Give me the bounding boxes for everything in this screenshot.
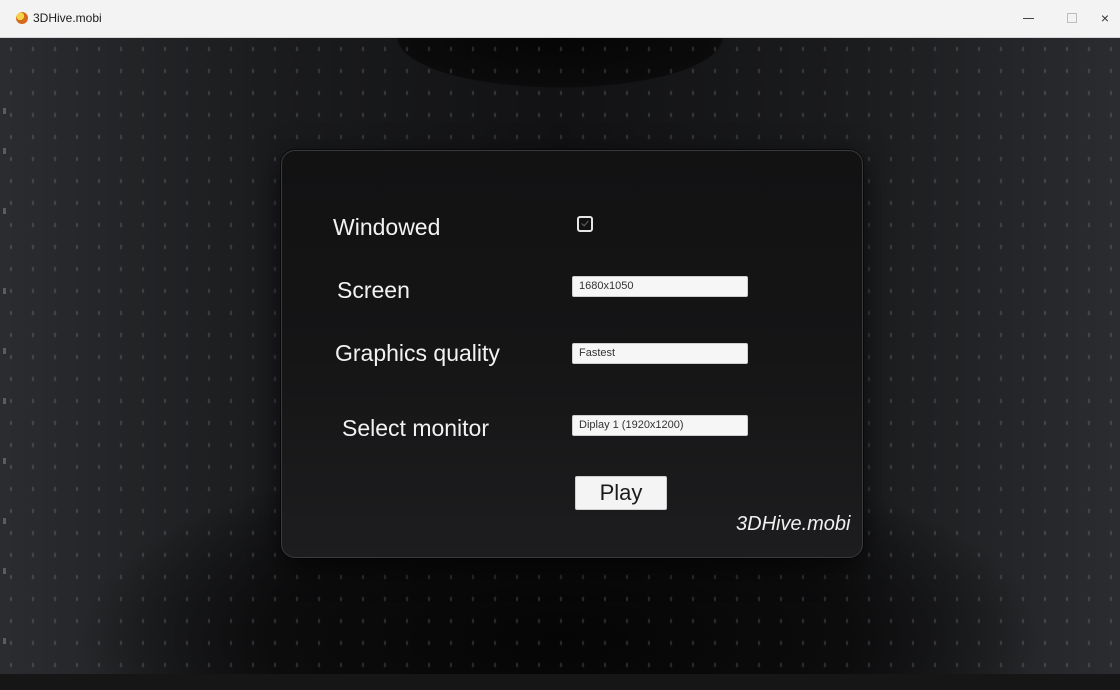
select-monitor-label: Select monitor — [342, 415, 490, 441]
monitor-select[interactable]: Diplay 1 (1920x1200) — [572, 415, 748, 436]
left-edge-artifacts — [0, 98, 12, 674]
minimize-button[interactable] — [1014, 8, 1044, 28]
window-titlebar: 3DHive.mobi × — [0, 0, 1120, 38]
graphics-quality-label: Graphics quality — [335, 340, 500, 366]
brand-watermark: 3DHive.mobi — [736, 513, 851, 535]
screen-label: Screen — [337, 277, 410, 303]
window-title: 3DHive.mobi — [33, 11, 102, 25]
minimize-icon — [1023, 18, 1034, 19]
settings-panel: Windowed Screen 1680x1050 Graphics quali… — [281, 150, 863, 558]
screen-resolution-select[interactable]: 1680x1050 — [572, 276, 748, 297]
maximize-button[interactable] — [1058, 8, 1088, 28]
maximize-icon — [1067, 13, 1077, 23]
graphics-quality-select[interactable]: Fastest — [572, 343, 748, 364]
game-background: Windowed Screen 1680x1050 Graphics quali… — [0, 38, 1120, 674]
app-icon — [16, 12, 28, 24]
windowed-checkbox[interactable] — [577, 216, 593, 232]
close-icon: × — [1100, 10, 1110, 26]
windowed-label: Windowed — [333, 214, 441, 240]
bottom-strip — [0, 674, 1120, 690]
close-button[interactable]: × — [1090, 8, 1120, 28]
play-button[interactable]: Play — [575, 476, 667, 510]
